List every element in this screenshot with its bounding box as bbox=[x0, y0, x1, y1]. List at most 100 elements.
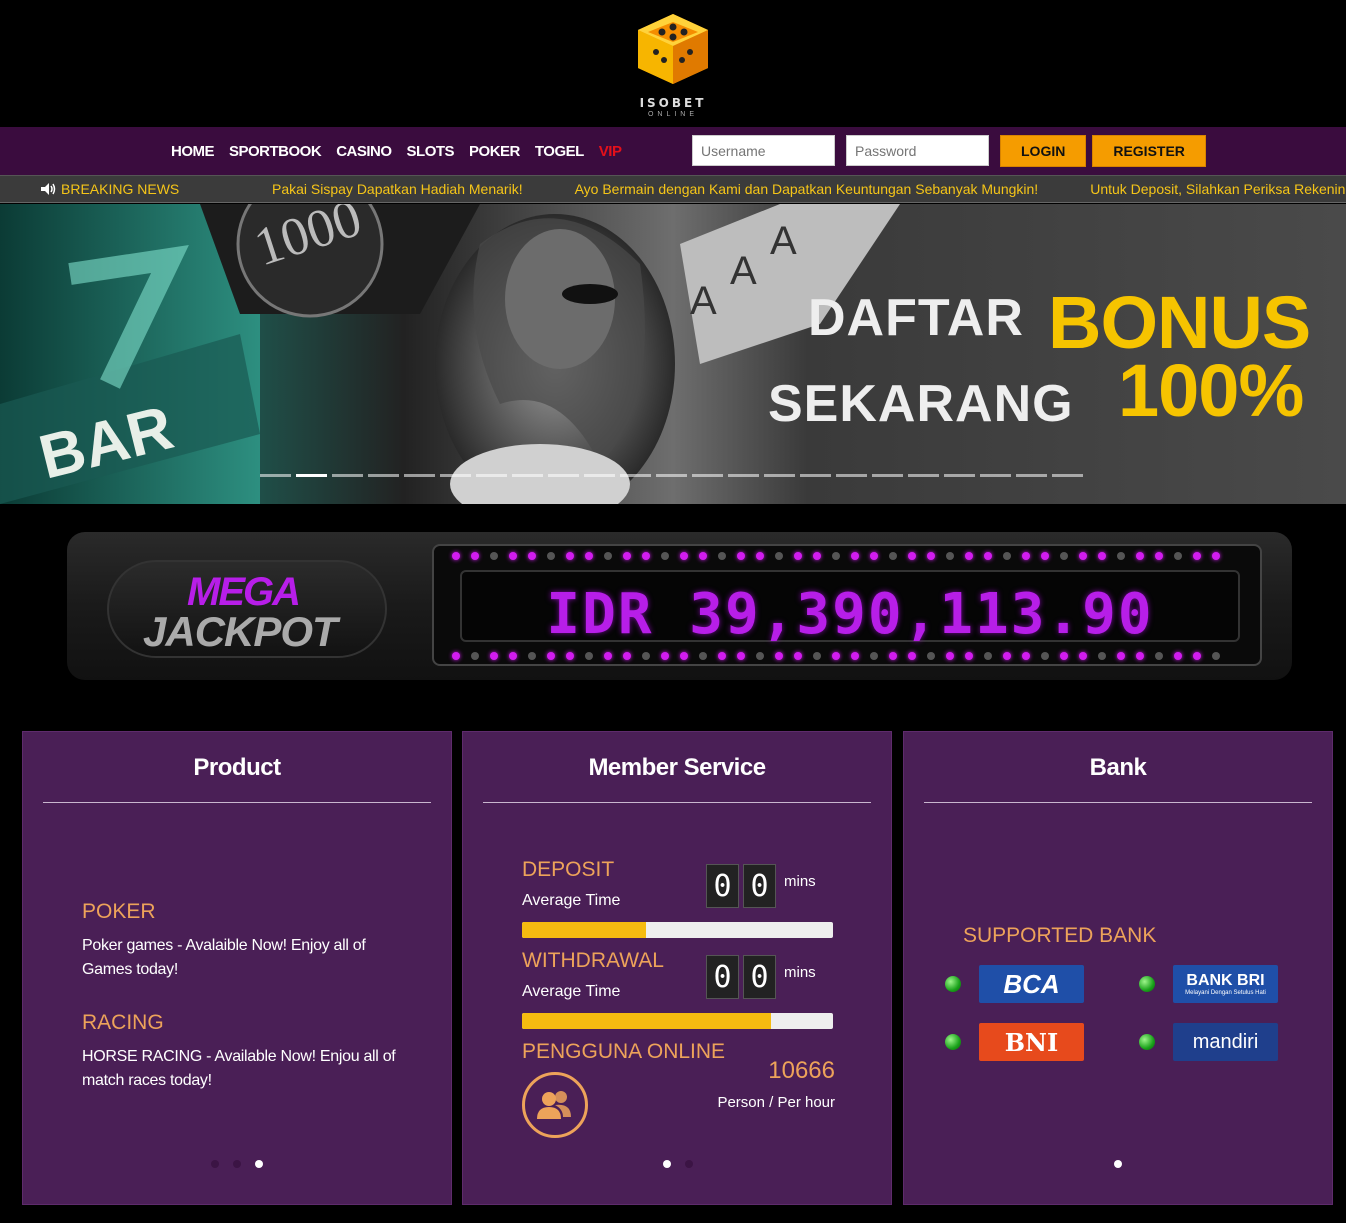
slider-dot-active[interactable] bbox=[296, 474, 327, 477]
slider-dot[interactable] bbox=[836, 474, 867, 477]
jackpot-badge: MEGA JACKPOT bbox=[107, 560, 387, 658]
slider-dot[interactable] bbox=[404, 474, 435, 477]
led-light bbox=[528, 652, 536, 660]
news-item[interactable]: Untuk Deposit, Silahkan Periksa Rekening bbox=[1090, 181, 1346, 197]
carousel-dot-active[interactable] bbox=[255, 1160, 263, 1168]
login-button[interactable]: LOGIN bbox=[1000, 135, 1087, 167]
led-light bbox=[623, 652, 631, 660]
led-light bbox=[775, 652, 783, 660]
slider-dot[interactable] bbox=[1016, 474, 1047, 477]
promo-banner[interactable]: BAR 1000 A A A DAFTAR SEKARANG BONUS 100… bbox=[0, 204, 1346, 504]
password-input[interactable] bbox=[846, 135, 989, 166]
led-light bbox=[946, 652, 954, 660]
product-item-poker[interactable]: POKER Poker games - Avalaible Now! Enjoy… bbox=[82, 900, 412, 982]
online-status-icon bbox=[1139, 976, 1155, 992]
slider-dot[interactable] bbox=[800, 474, 831, 477]
mandiri-logo: mandiri bbox=[1173, 1023, 1278, 1061]
carousel-dot[interactable] bbox=[685, 1160, 693, 1168]
carousel-dot[interactable] bbox=[211, 1160, 219, 1168]
slider-dot[interactable] bbox=[728, 474, 759, 477]
logo-subtitle: ONLINE bbox=[647, 111, 699, 118]
withdrawal-progress-bar bbox=[522, 1013, 833, 1029]
isobet-logo[interactable]: ISOBET ONLINE bbox=[634, 10, 712, 118]
online-users-sub: Person / Per hour bbox=[717, 1094, 835, 1111]
nav-menu: HOME SPORTBOOK CASINO SLOTS POKER TOGEL … bbox=[171, 127, 622, 175]
register-button[interactable]: REGISTER bbox=[1092, 135, 1206, 167]
led-light bbox=[1079, 652, 1087, 660]
slider-dot[interactable] bbox=[908, 474, 939, 477]
slider-dot[interactable] bbox=[332, 474, 363, 477]
led-light bbox=[1117, 552, 1125, 560]
main-navbar: HOME SPORTBOOK CASINO SLOTS POKER TOGEL … bbox=[0, 127, 1346, 175]
led-light bbox=[642, 552, 650, 560]
led-light bbox=[661, 652, 669, 660]
slider-dot[interactable] bbox=[656, 474, 687, 477]
led-light bbox=[851, 652, 859, 660]
news-item[interactable]: Ayo Bermain dengan Kami dan Dapatkan Keu… bbox=[575, 181, 1039, 197]
nav-vip[interactable]: VIP bbox=[599, 143, 622, 160]
led-light bbox=[965, 552, 973, 560]
led-light bbox=[756, 652, 764, 660]
banner-percent: 100% bbox=[1118, 349, 1304, 432]
slider-dot[interactable] bbox=[692, 474, 723, 477]
led-light bbox=[680, 652, 688, 660]
slider-dot[interactable] bbox=[1052, 474, 1083, 477]
led-light bbox=[1003, 552, 1011, 560]
nav-togel[interactable]: TOGEL bbox=[535, 143, 584, 160]
slider-dot[interactable] bbox=[872, 474, 903, 477]
nav-home[interactable]: HOME bbox=[171, 143, 215, 160]
bank-bni: BNI bbox=[945, 1023, 1084, 1061]
led-light bbox=[908, 652, 916, 660]
slider-dot[interactable] bbox=[944, 474, 975, 477]
led-light bbox=[1060, 552, 1068, 560]
carousel-dot-active[interactable] bbox=[663, 1160, 671, 1168]
led-light bbox=[490, 652, 498, 660]
slider-dot[interactable] bbox=[548, 474, 579, 477]
slider-dot[interactable] bbox=[512, 474, 543, 477]
bank-panel: Bank SUPPORTED BANK BCA BANK BRI Melayan… bbox=[903, 731, 1333, 1205]
jackpot-label: JACKPOT bbox=[143, 608, 338, 655]
online-users-label: PENGGUNA ONLINE bbox=[522, 1040, 726, 1063]
led-light bbox=[1212, 652, 1220, 660]
slider-dot[interactable] bbox=[980, 474, 1011, 477]
slider-dot[interactable] bbox=[620, 474, 651, 477]
mega-jackpot: MEGA JACKPOT IDR 39,390,113.90 bbox=[67, 532, 1292, 680]
slider-dot[interactable] bbox=[764, 474, 795, 477]
nav-casino[interactable]: CASINO bbox=[336, 143, 392, 160]
led-light bbox=[1174, 552, 1182, 560]
led-light bbox=[1193, 552, 1201, 560]
led-light bbox=[870, 652, 878, 660]
slider-dot[interactable] bbox=[476, 474, 507, 477]
led-light bbox=[1022, 552, 1030, 560]
slider-dot[interactable] bbox=[368, 474, 399, 477]
led-light bbox=[509, 652, 517, 660]
playing-card: A bbox=[690, 279, 717, 323]
led-light bbox=[927, 652, 935, 660]
bri-logo: BANK BRI Melayani Dengan Setulus Hati bbox=[1173, 965, 1278, 1003]
carousel-dot-active[interactable] bbox=[1114, 1160, 1122, 1168]
bank-bri: BANK BRI Melayani Dengan Setulus Hati bbox=[1139, 965, 1278, 1003]
slider-dot[interactable] bbox=[440, 474, 471, 477]
led-light bbox=[1136, 552, 1144, 560]
bni-logo: BNI bbox=[979, 1023, 1084, 1061]
product-item-racing[interactable]: RACING HORSE RACING - Available Now! Enj… bbox=[82, 1011, 412, 1093]
led-light bbox=[718, 552, 726, 560]
withdrawal-sub: Average Time bbox=[522, 983, 621, 1000]
slider-dot[interactable] bbox=[260, 474, 291, 477]
nav-poker[interactable]: POKER bbox=[469, 143, 520, 160]
playing-card: A bbox=[730, 249, 757, 293]
news-item[interactable]: Pakai Sispay Dapatkan Hadiah Menarik! bbox=[272, 181, 523, 197]
online-users-count: 10666 bbox=[768, 1057, 835, 1084]
deposit-counter: 0 0 bbox=[706, 864, 776, 908]
jackpot-value: IDR 39,390,113.90 bbox=[546, 582, 1154, 647]
led-light bbox=[680, 552, 688, 560]
username-input[interactable] bbox=[692, 135, 835, 166]
slider-dot[interactable] bbox=[584, 474, 615, 477]
led-light bbox=[813, 552, 821, 560]
carousel-dot[interactable] bbox=[233, 1160, 241, 1168]
nav-slots[interactable]: SLOTS bbox=[407, 143, 455, 160]
product-title: Product bbox=[193, 754, 281, 781]
product-desc: Poker games - Avalaible Now! Enjoy all o… bbox=[82, 937, 366, 978]
nav-sportbook[interactable]: SPORTBOOK bbox=[229, 143, 322, 160]
bank-title: Bank bbox=[1089, 754, 1147, 781]
